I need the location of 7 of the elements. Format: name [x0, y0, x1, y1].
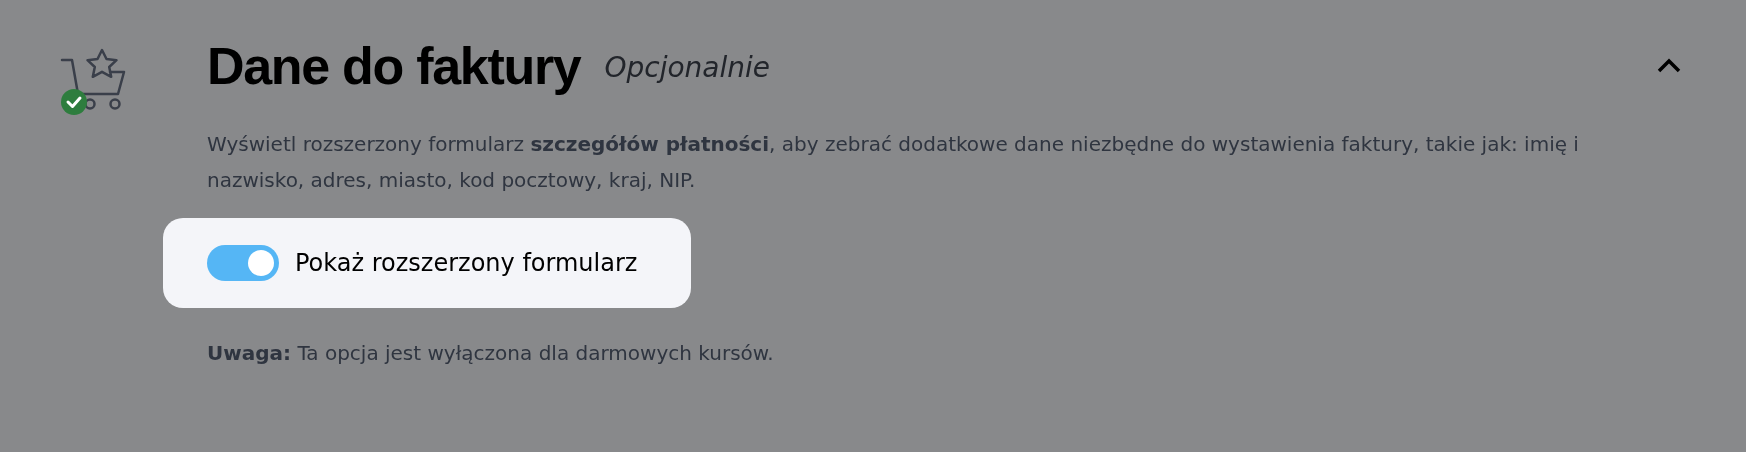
- description: Wyświetl rozszerzony formularz szczegółów płatności, aby zebrać dodatkowe dane niezbędne do wystawienia faktury, takie jak: imię i nazwisko, adres, miasto, kod pocztowy, kraj, NIP.: [207, 131, 1580, 194]
- toggle-label: Pokaż rozszerzony formularz: [295, 248, 638, 279]
- optional-label: Opcjonalnie: [604, 50, 771, 86]
- toggle-switch[interactable]: [207, 245, 279, 281]
- note: Uwaga: Ta opcja jest wyłączona dla darmowych kursów.: [207, 340, 775, 367]
- chevron-icon: [1656, 58, 1682, 74]
- section-title: Dane do faktury: [207, 36, 581, 97]
